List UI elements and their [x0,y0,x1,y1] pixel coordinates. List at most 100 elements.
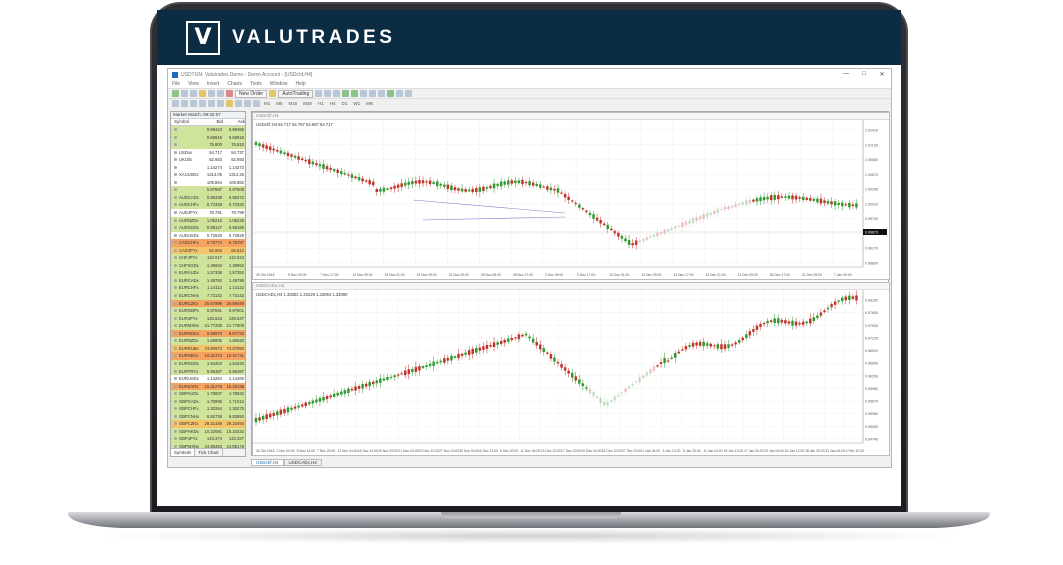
chart-top-svg[interactable]: USDchf,H4 54.717 54.757 54.687 54.717 1.0… [253,120,889,279]
market-watch-row[interactable]: AUDNZDx 1.05215 1.05228 [171,216,245,225]
market-watch-row[interactable]: 75.800 75.810 [171,141,245,149]
timeframe-m5[interactable]: M5 [274,101,284,106]
menu-charts[interactable]: Charts [227,81,242,87]
market-watch-row[interactable]: AUDJPYx 78.791 78.799 [171,209,245,217]
timeframe-m30[interactable]: M30 [301,101,314,106]
market-watch-row[interactable]: EURCADx 1.49792 1.49798 [171,276,245,285]
market-watch-row[interactable]: GBPCNHx 8.82738 8.82850 [171,412,245,421]
timeframe-mn[interactable]: MN [364,101,375,106]
maximize-button[interactable]: □ [855,71,873,78]
menu-help[interactable]: Help [296,81,306,87]
timeframe-h4[interactable]: H4 [328,101,338,106]
tab-tick-chart[interactable]: Tick Chart [195,449,223,456]
periods-icon[interactable] [396,90,404,97]
market-watch-row[interactable]: 0.87587 0.87608 [171,186,245,194]
bar-chart-icon[interactable] [315,90,323,97]
data-window-icon[interactable] [199,90,206,97]
timeframe-d1[interactable]: D1 [340,101,350,106]
market-watch-row[interactable]: EURNOKx 9.69973 9.67732 [171,329,245,338]
chart-bottom-svg[interactable]: USDCADx,H4 1.33082 1.33129 1.33064 1.330… [253,290,889,455]
market-watch-row[interactable]: EURGBPx 0.87591 0.87601 [171,307,245,315]
market-watch-row[interactable]: EURSEKx 10.41373 10.41741 [171,352,245,360]
market-watch-row[interactable]: GBPCADx 1.70995 1.71012 [171,397,245,406]
market-watch-row[interactable]: EURCZKx 25.67999 25.69049 [171,299,245,308]
vertical-line-icon[interactable] [190,100,197,107]
market-watch-row[interactable]: EURCNHx 7.73142 7.73142 [171,292,245,300]
market-watch-row[interactable]: AUDSGDx 0.98127 0.98159 [171,224,245,232]
column-ask[interactable]: Ask [223,119,245,125]
market-watch-row[interactable]: GBPJPYx 143.374 143.327 [171,435,245,443]
chart-tab-usdchf[interactable]: USDchf,H4 [251,459,284,466]
market-watch-row[interactable]: AUDUSDx 0.72625 0.72629 [171,231,245,240]
text-icon[interactable] [235,100,242,107]
autotrading-button[interactable]: AutoTrading [278,89,314,98]
timeframe-m1[interactable]: M1 [262,101,272,106]
market-watch-icon[interactable] [190,90,197,97]
menu-insert[interactable]: Insert [207,81,220,87]
market-watch-row[interactable]: EURJPYx 125.543 125.547 [171,314,245,323]
market-watch-row[interactable]: CHFSGDx 1.35934 1.35953 [171,261,245,270]
new-chart-icon[interactable] [172,90,179,97]
market-watch-row[interactable]: EURSGDx 1.54403 1.54420 [171,359,245,368]
market-watch-row[interactable]: GBPCZKx 29.31449 29.33494 [171,420,245,428]
navigator-icon[interactable] [208,90,215,97]
market-watch-row[interactable]: GBPHKDx 10.22081 10.23432 [171,427,245,436]
market-watch-row[interactable]: EURNZDx 1.65606 1.65620 [171,337,245,345]
market-watch-row[interactable]: 109.864 109.882 [171,178,245,187]
new-order-button[interactable]: New Order [235,89,268,98]
chart-shift-icon[interactable] [378,90,386,97]
line-chart-icon[interactable] [333,90,341,97]
arrows-icon[interactable] [253,100,260,107]
autoscroll-icon[interactable] [369,90,377,97]
menu-view[interactable]: View [188,81,199,87]
market-watch-row[interactable]: EURAUDx 1.57336 1.57352 [171,269,245,277]
market-watch-row[interactable]: CADJPYx 82.603 82.612 [171,246,245,255]
menu-tools[interactable]: Tools [250,81,262,87]
chart-tab-usdcad[interactable]: USDCADx,H4 [283,459,322,466]
metaeditor-icon[interactable] [269,90,277,97]
market-watch-row[interactable]: CADCHFx 0.75774 0.75787 [171,239,245,247]
market-watch-row[interactable]: CHFJPYx 110.017 110.023 [171,254,245,262]
tile-windows-icon[interactable] [360,90,368,97]
market-watch-row[interactable]: UKOilx 62.663 62.693 [171,156,245,164]
trendline-icon[interactable] [208,100,215,107]
menu-window[interactable]: Window [270,81,288,87]
timeframe-h1[interactable]: H1 [316,101,326,106]
channel-icon[interactable] [217,100,224,107]
minimize-button[interactable]: — [837,71,855,78]
market-watch-row[interactable]: 0.69915 0.69918 [171,133,245,142]
indicators-icon[interactable] [387,90,395,97]
crosshair-icon[interactable] [181,100,188,107]
timeframe-m15[interactable]: M15 [287,101,300,106]
market-watch-row[interactable]: AUDCHFx 0.72328 0.72332 [171,201,245,210]
tester-icon[interactable] [226,90,233,97]
timeframe-w1[interactable]: W1 [351,101,362,106]
cursor-icon[interactable] [172,100,179,107]
market-watch-row[interactable]: 1.14274 1.14273 [171,163,245,172]
market-watch-row[interactable]: XAUUSDx 1314.05 1314.26 [171,171,245,179]
market-watch-row[interactable]: EURCHFx 1.14112 1.14122 [171,284,245,293]
market-watch-row[interactable]: GBPCHFx 1.30264 1.30275 [171,405,245,413]
chart-window-bottom[interactable]: USDCADx,H4 USDCADx,H4 1.33082 1.33129 1.… [252,282,890,456]
candlestick-icon[interactable] [324,90,332,97]
market-watch-row[interactable]: GBPAUDx 1.79607 1.79632 [171,390,245,398]
zoom-out-icon[interactable] [351,90,359,97]
market-watch-row[interactable]: 0.89444 0.89466 [171,126,245,134]
market-watch-row[interactable]: EURMXNx 21.77208 21.77809 [171,322,245,330]
menu-file[interactable]: File [172,81,180,87]
column-bid[interactable]: Bid [199,119,223,125]
market-watch-row[interactable]: EURZARx 15.31278 15.32138 [171,382,245,391]
chart-window-top[interactable]: USDchf,H4 USDchf,H4 54.717 54.757 54.687… [252,112,890,280]
market-watch-row[interactable]: USDxx 54.717 54.737 [171,148,245,157]
tab-symbols[interactable]: Symbols [171,449,196,456]
zoom-in-icon[interactable] [342,90,350,97]
market-watch-row[interactable]: EURRUBx 74.60972 74.67992 [171,344,245,353]
market-watch-row[interactable]: AUDCADx 0.95339 0.95372 [171,193,245,202]
market-watch-row[interactable]: EURUSDx 1.14264 1.14269 [171,375,245,383]
terminal-icon[interactable] [217,90,224,97]
fibonacci-icon[interactable] [226,100,233,107]
templates-icon[interactable] [405,90,413,97]
profiles-icon[interactable] [181,90,188,97]
horizontal-line-icon[interactable] [199,100,206,107]
close-button[interactable]: ✕ [873,71,891,78]
